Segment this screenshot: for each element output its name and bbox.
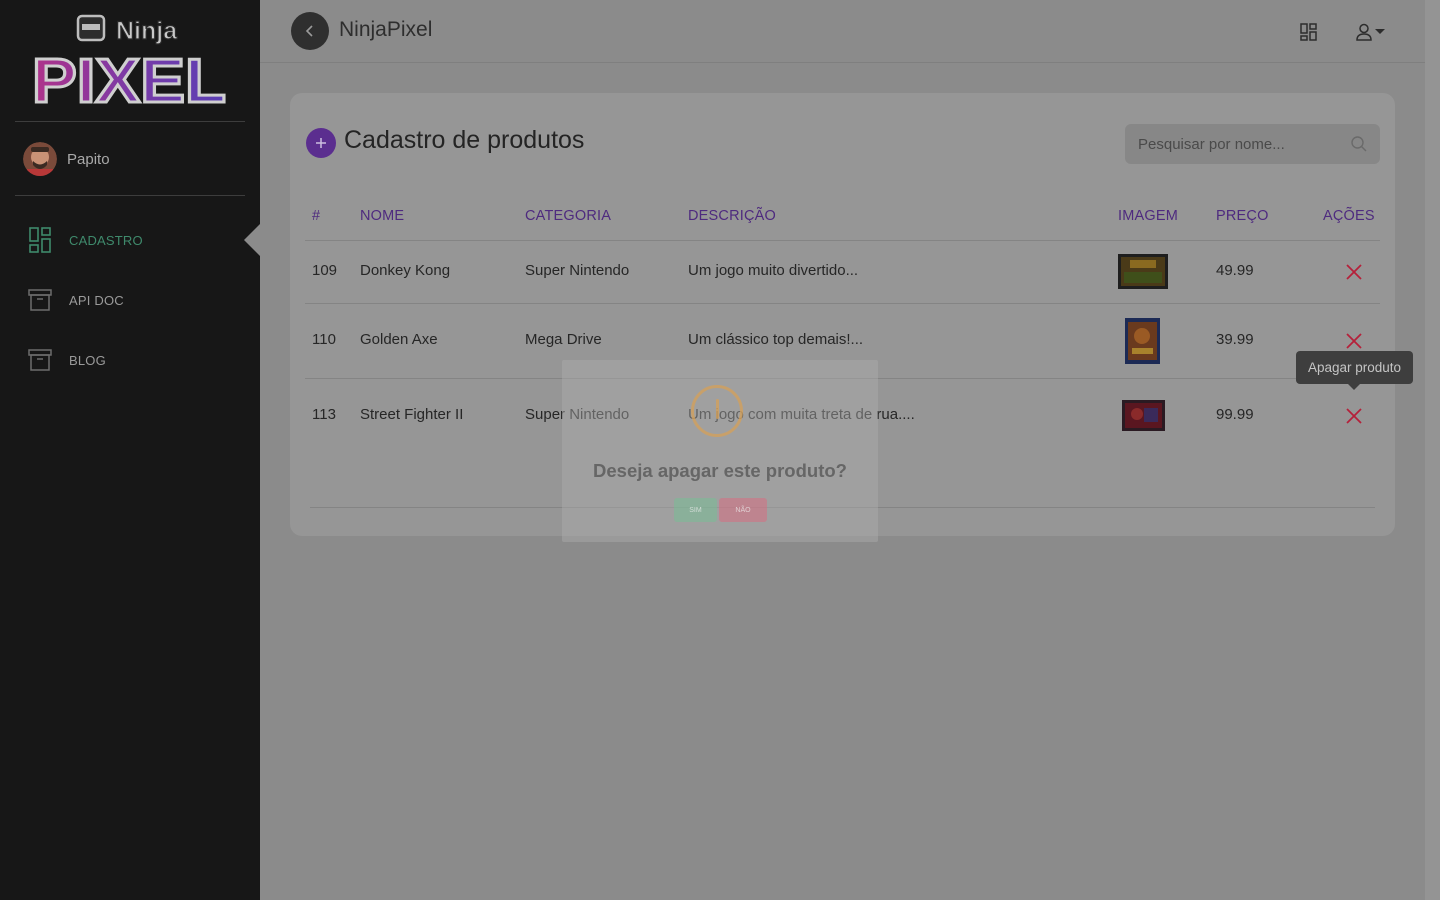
- product-image: [1118, 254, 1168, 289]
- confirm-delete-modal: Deseja apagar este produto? SIM NÃO: [562, 360, 878, 542]
- sidebar-item-api-doc[interactable]: API DOC: [28, 287, 124, 313]
- column-header-category: CATEGORIA: [525, 208, 612, 224]
- product-image: [1122, 400, 1165, 431]
- app-title: NinjaPixel: [339, 18, 433, 41]
- cell-price: 49.99: [1216, 262, 1254, 279]
- delete-x-icon[interactable]: [1344, 331, 1364, 351]
- dashboard-icon: [28, 227, 52, 253]
- confirm-button[interactable]: SIM: [674, 498, 717, 522]
- search-icon[interactable]: [1350, 135, 1368, 153]
- chevron-left-icon: [305, 25, 313, 37]
- dashboard-icon[interactable]: [1299, 22, 1319, 42]
- table-divider: [305, 303, 1380, 304]
- user-profile[interactable]: Papito: [23, 142, 110, 176]
- sidebar-divider: [15, 121, 245, 122]
- archive-icon: [28, 347, 52, 373]
- active-indicator: [244, 224, 260, 256]
- column-header-price: PREÇO: [1216, 208, 1269, 224]
- sidebar-item-label: CADASTRO: [69, 232, 143, 248]
- search-field[interactable]: [1125, 124, 1380, 164]
- product-image: [1125, 318, 1160, 364]
- cell-id: 110: [312, 331, 336, 348]
- user-name: Papito: [67, 150, 110, 168]
- ninjapixel-logo[interactable]: Ninja PIXEL: [30, 12, 230, 112]
- caret-down-icon: [1375, 29, 1385, 34]
- table-divider: [305, 240, 1380, 241]
- user-icon: [1356, 23, 1372, 41]
- sidebar-item-cadastro[interactable]: CADASTRO: [28, 227, 143, 253]
- add-product-button[interactable]: [306, 128, 336, 158]
- modal-message: Deseja apagar este produto?: [593, 460, 847, 481]
- cell-description: Um jogo muito divertido...: [688, 262, 859, 279]
- sidebar-item-blog[interactable]: BLOG: [28, 347, 106, 373]
- cell-category: Mega Drive: [525, 331, 602, 348]
- column-header-actions: AÇÕES: [1323, 208, 1375, 224]
- delete-tooltip: Apagar produto: [1296, 351, 1413, 390]
- cell-name: Street Fighter II: [360, 406, 464, 423]
- cell-name: Donkey Kong: [360, 262, 451, 279]
- top-bar: NinjaPixel: [260, 0, 1425, 63]
- column-header-image: IMAGEM: [1118, 208, 1179, 224]
- back-button[interactable]: [291, 12, 329, 50]
- svg-text:Ninja: Ninja: [116, 17, 178, 45]
- cancel-button[interactable]: NÃO: [719, 498, 767, 522]
- cell-id: 109: [312, 262, 338, 279]
- cell-description: Um clássico top demais!...: [688, 331, 864, 348]
- cell-price: 39.99: [1216, 331, 1254, 348]
- sidebar: Ninja PIXEL Papito CADASTRO API DOC BLOG: [0, 0, 260, 900]
- sidebar-item-label: BLOG: [69, 352, 106, 368]
- warning-icon: [691, 385, 743, 437]
- page-scrollbar[interactable]: [1425, 0, 1440, 900]
- plus-icon: [316, 138, 326, 148]
- column-header-name: NOME: [360, 208, 405, 224]
- cell-price: 99.99: [1216, 406, 1254, 423]
- avatar: [23, 142, 57, 176]
- delete-x-icon[interactable]: [1344, 262, 1364, 282]
- sidebar-item-label: API DOC: [69, 292, 124, 308]
- user-menu-toggle[interactable]: [1356, 22, 1385, 42]
- archive-icon: [28, 287, 52, 313]
- column-header-id: #: [312, 208, 321, 224]
- page-title: Cadastro de produtos: [344, 126, 585, 154]
- delete-x-icon[interactable]: [1344, 406, 1364, 426]
- svg-text:PIXEL: PIXEL: [32, 47, 226, 112]
- column-header-description: DESCRIÇÃO: [688, 208, 777, 224]
- sidebar-divider: [15, 195, 245, 196]
- cell-name: Golden Axe: [360, 331, 438, 348]
- search-input[interactable]: [1136, 134, 1344, 154]
- cell-id: 113: [312, 406, 336, 423]
- cell-category: Super Nintendo: [525, 262, 630, 279]
